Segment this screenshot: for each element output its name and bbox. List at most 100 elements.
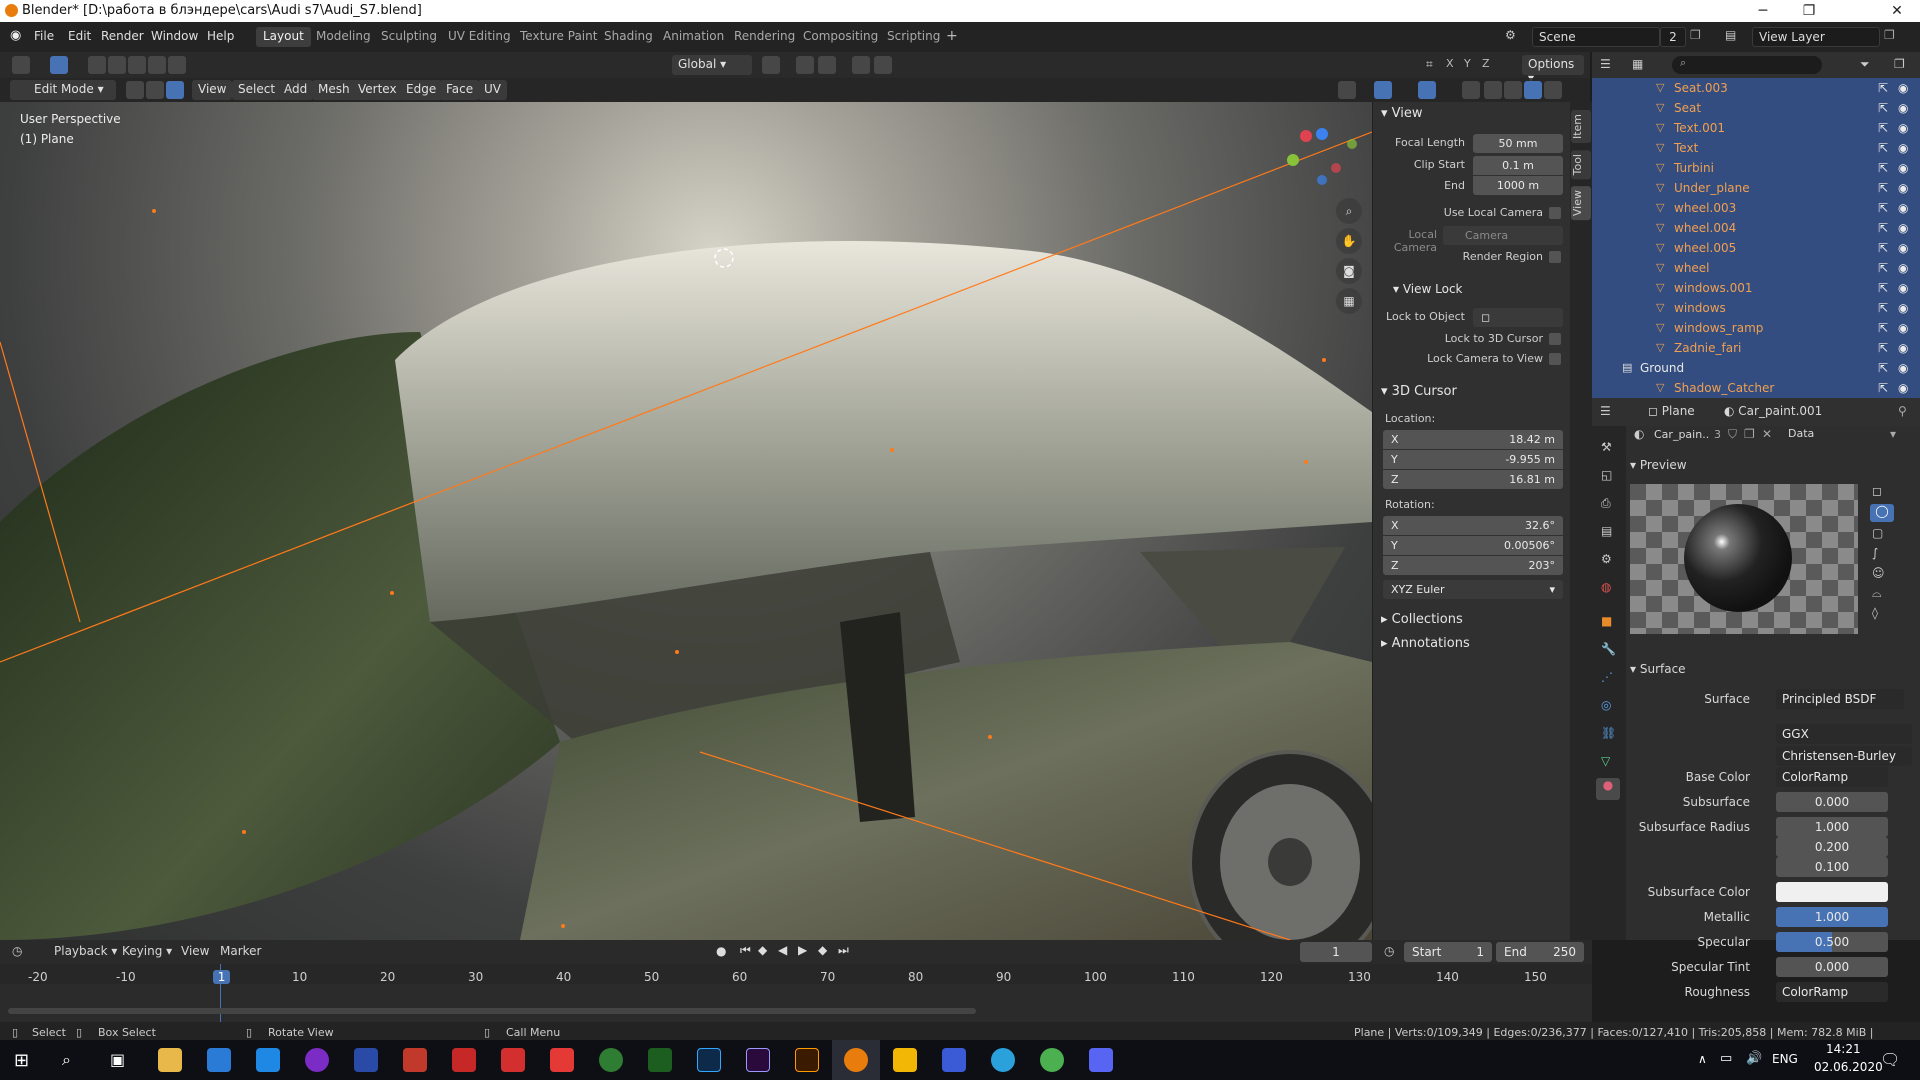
tab-tool[interactable]: Tool	[1571, 150, 1591, 180]
menu-window[interactable]: Window	[151, 29, 198, 43]
illustrator-icon[interactable]	[795, 1048, 819, 1072]
current-frame-field[interactable]: 1	[1300, 942, 1372, 962]
world-tab-icon[interactable]: ◍	[1601, 580, 1611, 594]
outliner-row[interactable]: ▽ Zadnie_fari ⇱ ◉	[1592, 338, 1920, 358]
material-users[interactable]: 3	[1714, 428, 1721, 441]
visibility-eye-icon[interactable]: ◉	[1898, 81, 1908, 95]
material-tab-icon[interactable]: ●	[1596, 778, 1620, 800]
mirror-x[interactable]: X	[1446, 57, 1454, 70]
menu-edit[interactable]: Edit	[68, 29, 91, 43]
menu-help[interactable]: Help	[207, 29, 234, 43]
play-icon[interactable]: ▶	[798, 943, 807, 957]
select-mode-invert-icon[interactable]	[148, 56, 166, 74]
selectable-icon[interactable]: ⇱	[1878, 81, 1888, 95]
view-lock-header[interactable]: ▾ View Lock	[1393, 282, 1463, 296]
visibility-eye-icon[interactable]: ◉	[1898, 301, 1908, 315]
preview-cube-icon[interactable]: ▢	[1872, 526, 1883, 540]
scene-field[interactable]: Scene	[1532, 27, 1660, 47]
visibility-eye-icon[interactable]: ◉	[1898, 381, 1908, 395]
view-section-header[interactable]: ▾ View	[1381, 106, 1423, 121]
subsurface-radius-1[interactable]: 1.000	[1776, 817, 1888, 837]
surface-header[interactable]: ▾ Surface	[1630, 662, 1686, 676]
filter-icon[interactable]: ⏷	[1860, 57, 1870, 72]
outliner-row[interactable]: ▽ Seat.003 ⇱ ◉	[1592, 78, 1920, 98]
metallic-slider[interactable]: 1.000	[1776, 907, 1888, 927]
selectable-icon[interactable]: ⇱	[1878, 141, 1888, 155]
render-region-checkbox[interactable]	[1549, 251, 1561, 263]
use-local-camera-checkbox[interactable]	[1549, 207, 1561, 219]
menu-edge[interactable]: Edge	[400, 80, 443, 100]
transform-orientation-dropdown[interactable]: Global ▾	[672, 55, 752, 75]
outliner-row[interactable]: ▽ Seat ⇱ ◉	[1592, 98, 1920, 118]
start-icon[interactable]: ⊞	[14, 1050, 29, 1071]
maximize-button[interactable]: ❐	[1786, 0, 1832, 22]
view-layer-icon[interactable]: ▤	[1725, 28, 1736, 42]
outliner-row[interactable]: ▽ wheel.004 ⇱ ◉	[1592, 218, 1920, 238]
pan-hand-icon[interactable]: ✋	[1336, 228, 1362, 254]
visibility-eye-icon[interactable]: ◉	[1898, 341, 1908, 355]
preview-cloth-icon[interactable]: ⌓	[1872, 586, 1882, 601]
discord-icon[interactable]	[1089, 1048, 1113, 1072]
play-reverse-icon[interactable]: ◀	[778, 943, 787, 957]
tab-scripting[interactable]: Scripting	[880, 27, 947, 47]
menu-mesh[interactable]: Mesh	[312, 80, 356, 100]
properties-editor-icon[interactable]: ☰	[1600, 404, 1611, 418]
mirror-z[interactable]: Z	[1482, 57, 1490, 70]
tool-tab-icon[interactable]: ⚒	[1601, 440, 1612, 454]
prev-keyframe-icon[interactable]: ◆	[758, 943, 767, 957]
outliner-row[interactable]: ▽ windows_ramp ⇱ ◉	[1592, 318, 1920, 338]
cursor-rot-y[interactable]: Y 0.00506°	[1383, 536, 1563, 555]
rendered-shading-icon[interactable]	[1544, 81, 1562, 99]
cursor-rot-z[interactable]: Z 203°	[1383, 556, 1563, 575]
physics-tab-icon[interactable]: ◎	[1601, 698, 1611, 712]
zoom-icon[interactable]: ⌕	[1336, 198, 1362, 224]
annotations-section-header[interactable]: ▸ Annotations	[1381, 636, 1470, 651]
preview-range-icon[interactable]: ◷	[1384, 944, 1394, 958]
mail-icon[interactable]	[207, 1048, 231, 1072]
tab-compositing[interactable]: Compositing	[796, 27, 885, 47]
selectable-icon[interactable]: ⇱	[1878, 161, 1888, 175]
mode-dropdown[interactable]: Edit Mode ▾	[10, 80, 116, 100]
edge-select-icon[interactable]	[146, 81, 164, 99]
cursor-loc-x[interactable]: X 18.42 m	[1383, 430, 1563, 449]
tab-texture-paint[interactable]: Texture Paint	[513, 27, 604, 47]
display-mode-icon[interactable]: ▦	[1632, 57, 1643, 71]
selectable-icon[interactable]: ⇱	[1878, 101, 1888, 115]
select-tool-icon[interactable]	[50, 56, 68, 74]
data-tab-icon[interactable]: ▽	[1601, 754, 1610, 768]
menu-face[interactable]: Face	[440, 80, 480, 100]
outliner-row[interactable]: ▽ wheel ⇱ ◉	[1592, 258, 1920, 278]
output-tab-icon[interactable]: ⎙	[1601, 496, 1611, 511]
spotify-icon[interactable]	[599, 1048, 623, 1072]
outliner-search-input[interactable]: ⌕	[1672, 56, 1822, 74]
substance-icon[interactable]	[501, 1048, 525, 1072]
clock-date[interactable]: 02.06.2020	[1814, 1060, 1883, 1074]
pin-icon[interactable]: ⚲	[1898, 404, 1907, 418]
preview-plane-icon[interactable]: ◻	[1872, 484, 1882, 498]
clock-time[interactable]: 14:21	[1826, 1042, 1861, 1056]
visibility-eye-icon[interactable]: ◉	[1898, 321, 1908, 335]
gizmo-icon[interactable]	[1374, 81, 1392, 99]
duplicate-material-icon[interactable]: ❐	[1744, 427, 1755, 441]
selectable-icon[interactable]: ⇱	[1878, 221, 1888, 235]
new-collection-icon[interactable]: ❐	[1894, 57, 1905, 71]
visibility-eye-icon[interactable]: ◉	[1898, 281, 1908, 295]
preview-sphere-icon[interactable]: ◯	[1870, 504, 1894, 522]
search-icon[interactable]: ⌕	[62, 1050, 71, 1070]
tray-chevron-icon[interactable]: ∧	[1698, 1052, 1707, 1066]
pycharm-icon[interactable]	[648, 1048, 672, 1072]
premiere-icon[interactable]	[746, 1048, 770, 1072]
copy-view-layer-icon[interactable]: ❐	[1884, 28, 1895, 42]
outliner-row[interactable]: ▽ Text ⇱ ◉	[1592, 138, 1920, 158]
playback-menu[interactable]: Playback ▾	[54, 944, 117, 958]
lock-to-object-field[interactable]: ◻	[1473, 308, 1563, 327]
tab-shading[interactable]: Shading	[597, 27, 660, 47]
marmoset-icon[interactable]	[893, 1048, 917, 1072]
visibility-eye-icon[interactable]: ◉	[1898, 261, 1908, 275]
unlink-material-icon[interactable]: ✕	[1762, 427, 1772, 441]
constraints-tab-icon[interactable]: ⛓	[1601, 726, 1616, 740]
camera-view-icon[interactable]: ◙	[1336, 258, 1362, 284]
selectable-icon[interactable]: ⇱	[1878, 261, 1888, 275]
render-tab-icon[interactable]: ◱	[1601, 468, 1612, 482]
network-icon[interactable]: ▭	[1720, 1051, 1732, 1066]
